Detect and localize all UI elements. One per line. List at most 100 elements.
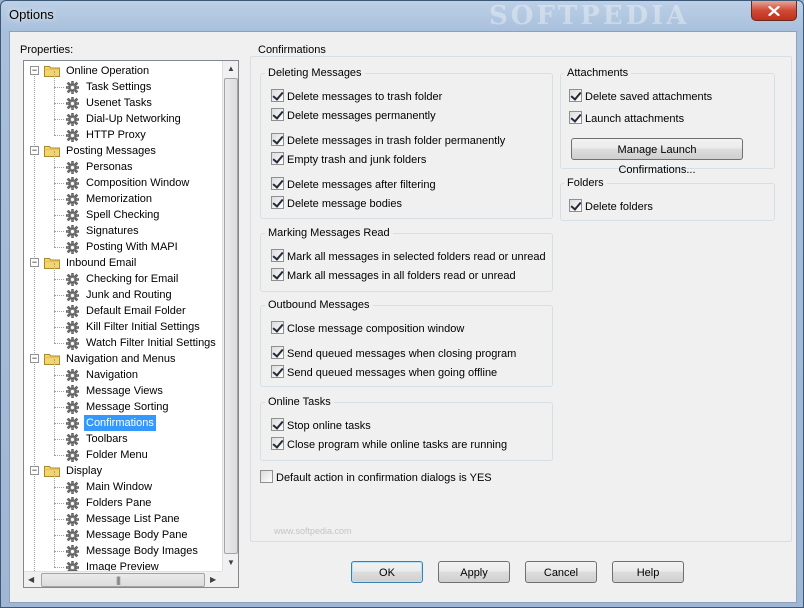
tree-item-label: Memorization	[86, 193, 153, 205]
tree-branch-line	[54, 503, 64, 504]
title-bar[interactable]: Options SOFTPEDIA	[1, 1, 803, 31]
manage-launch-confirmations-button[interactable]: Manage Launch Confirmations...	[571, 138, 743, 176]
tree-item-label: Composition Window	[86, 177, 190, 189]
tree-vertical-scrollbar[interactable]: ▲ ▼	[222, 61, 238, 571]
checkbox-delete-to-trash[interactable]: Delete messages to trash folder	[271, 89, 442, 105]
checkbox-box[interactable]	[569, 89, 582, 102]
tree-branch-line	[54, 391, 55, 407]
checkbox-box[interactable]	[271, 365, 284, 378]
tree-branch-line	[54, 567, 64, 568]
scroll-left-icon[interactable]: ◀	[28, 575, 34, 584]
checkbox-box[interactable]	[271, 196, 284, 209]
checkbox-box[interactable]	[271, 437, 284, 450]
group-title-deleting: Deleting Messages	[265, 67, 365, 79]
folder-icon	[44, 144, 60, 157]
tree-branch-line	[54, 535, 55, 551]
checkbox-empty-trash[interactable]: Empty trash and junk folders	[271, 152, 426, 168]
collapse-icon[interactable]: −	[30, 258, 39, 267]
checkbox-mark-selected-folders[interactable]: Mark all messages in selected folders re…	[271, 249, 546, 265]
checkbox-default-yes[interactable]: Default action in confirmation dialogs i…	[260, 470, 492, 486]
checkbox-label: Stop online tasks	[287, 420, 371, 432]
tree-branch-line	[54, 151, 55, 167]
scroll-up-icon[interactable]: ▲	[227, 64, 235, 73]
scroll-down-icon[interactable]: ▼	[227, 558, 235, 567]
checkbox-box[interactable]	[271, 268, 284, 281]
scroll-right-icon[interactable]: ▶	[210, 575, 216, 584]
tree-item-label: Junk and Routing	[86, 289, 172, 301]
tree-branch-line	[54, 487, 64, 488]
tree-branch-line	[54, 167, 64, 168]
checkbox-label: Delete messages after filtering	[287, 179, 436, 191]
tree-branch-line	[54, 279, 55, 295]
close-button[interactable]	[751, 1, 797, 21]
tree-item-label: Posting With MAPI	[86, 241, 178, 253]
tree-branch-line	[54, 231, 64, 232]
collapse-icon[interactable]: −	[30, 354, 39, 363]
checkbox-close-while-running[interactable]: Close program while online tasks are run…	[271, 437, 507, 453]
checkbox-box[interactable]	[271, 249, 284, 262]
gear-icon	[66, 113, 79, 126]
ok-button[interactable]: OK	[351, 561, 423, 583]
collapse-icon[interactable]: −	[30, 66, 39, 75]
tree-item-label: Message Body Pane	[86, 529, 188, 541]
tree-item-label: Message Sorting	[86, 401, 169, 413]
scrollbar-corner	[222, 571, 238, 587]
checkbox-delete-bodies[interactable]: Delete message bodies	[271, 196, 402, 212]
checkbox-box[interactable]	[271, 177, 284, 190]
checkbox-delete-folders[interactable]: Delete folders	[569, 199, 653, 215]
checkbox-delete-saved-attachments[interactable]: Delete saved attachments	[569, 89, 712, 105]
window-title: Options	[9, 7, 54, 22]
collapse-icon[interactable]: −	[30, 466, 39, 475]
tree-branch-line	[54, 471, 55, 487]
checkbox-launch-attachments[interactable]: Launch attachments	[569, 111, 684, 127]
help-button[interactable]: Help	[612, 561, 684, 583]
checkbox-box[interactable]	[271, 108, 284, 121]
cancel-button[interactable]: Cancel	[525, 561, 597, 583]
folder-icon	[44, 352, 60, 365]
checkbox-box[interactable]	[271, 152, 284, 165]
checkbox-box[interactable]	[569, 199, 582, 212]
collapse-icon[interactable]: −	[30, 146, 39, 155]
checkbox-delete-permanently[interactable]: Delete messages permanently	[271, 108, 436, 124]
tree-branch-line	[54, 407, 55, 423]
checkbox-send-queued-closing[interactable]: Send queued messages when closing progra…	[271, 346, 516, 362]
tree-folder-label: Navigation and Menus	[66, 353, 176, 365]
tree-vertical-scroll-thumb[interactable]	[224, 78, 238, 554]
tree-branch-line	[54, 263, 55, 279]
gear-icon	[66, 401, 79, 414]
tree-branch-line	[54, 343, 64, 344]
tree-branch-line	[54, 119, 55, 135]
gear-icon	[66, 305, 79, 318]
apply-button[interactable]: Apply	[438, 561, 510, 583]
gear-icon	[66, 225, 79, 238]
checkbox-box[interactable]	[271, 418, 284, 431]
checkbox-box[interactable]	[271, 346, 284, 359]
checkbox-stop-online-tasks[interactable]: Stop online tasks	[271, 418, 371, 434]
tree-branch-line	[54, 87, 55, 103]
checkbox-send-queued-offline[interactable]: Send queued messages when going offline	[271, 365, 497, 381]
softpedia-url-watermark: www.softpedia.com	[274, 526, 352, 536]
tree-branch-line	[54, 551, 64, 552]
gear-icon	[66, 209, 79, 222]
tree-horizontal-scroll-thumb[interactable]: |||	[41, 573, 205, 587]
checkbox-box[interactable]	[569, 111, 582, 124]
gear-icon	[66, 561, 79, 571]
tree-branch-line	[54, 487, 55, 503]
checkbox-box[interactable]	[271, 89, 284, 102]
tree-branch-line	[54, 551, 55, 567]
checkbox-delete-in-trash[interactable]: Delete messages in trash folder permanen…	[271, 133, 505, 149]
checkbox-box[interactable]	[260, 470, 273, 483]
tree-item-label: Checking for Email	[86, 273, 179, 285]
checkbox-close-composition[interactable]: Close message composition window	[271, 321, 464, 337]
tree-horizontal-scrollbar[interactable]: ◀ ||| ▶	[24, 571, 222, 587]
properties-tree[interactable]: − Online Operation Task Settings Usenet Tas…	[23, 60, 239, 588]
checkbox-box[interactable]	[271, 321, 284, 334]
tree-branch-line	[54, 439, 55, 455]
checkbox-delete-after-filtering[interactable]: Delete messages after filtering	[271, 177, 436, 193]
checkbox-box[interactable]	[271, 133, 284, 146]
tree-item-label: Watch Filter Initial Settings	[86, 337, 216, 349]
tree-branch-line	[54, 183, 64, 184]
tree-item-label: Default Email Folder	[86, 305, 186, 317]
tree-branch-line	[54, 135, 64, 136]
checkbox-mark-all-folders[interactable]: Mark all messages in all folders read or…	[271, 268, 516, 284]
